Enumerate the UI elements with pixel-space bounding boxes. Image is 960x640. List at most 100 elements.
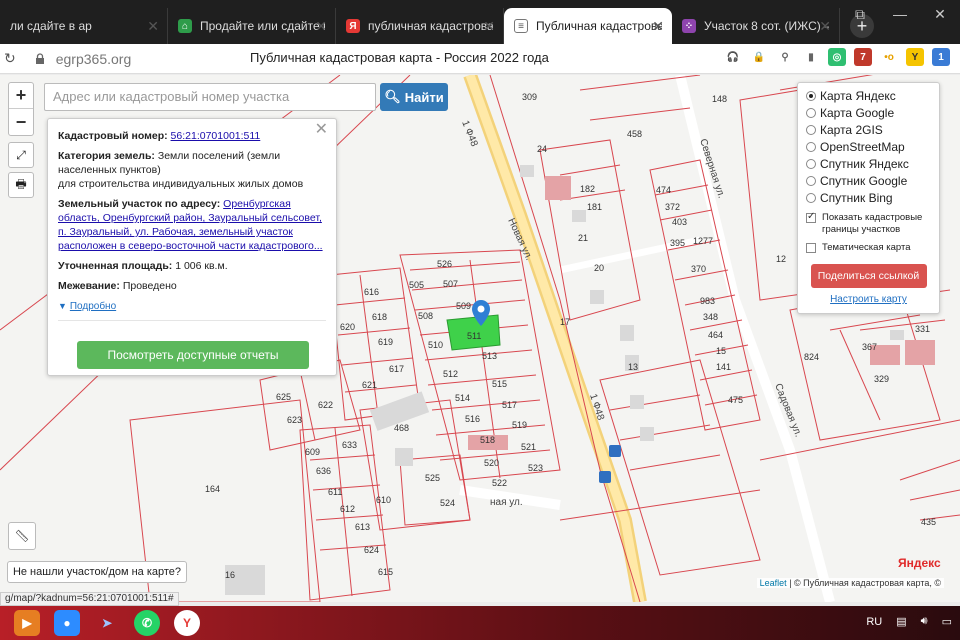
media-player-icon[interactable]: ▶ <box>14 610 40 636</box>
parcel-label: 512 <box>443 369 458 379</box>
parcel-label: 625 <box>276 392 291 402</box>
layer-option[interactable]: Карта 2GIS <box>806 121 931 138</box>
bookmark-icon[interactable]: ▮ <box>802 48 820 66</box>
checkbox-icon[interactable] <box>806 211 816 223</box>
zoom-icon[interactable]: ● <box>54 610 80 636</box>
tab-close-icon[interactable]: ✕ <box>483 18 495 35</box>
translate-icon[interactable]: ⚲ <box>776 48 794 66</box>
parcel-label: 435 <box>921 517 936 527</box>
extension-green-icon[interactable]: ◎ <box>828 48 846 66</box>
arrow-app-icon[interactable]: ➤ <box>94 610 120 636</box>
layer-option[interactable]: Карта Google <box>806 104 931 121</box>
parcel-label: 513 <box>482 351 497 361</box>
print-button[interactable]: 🖶 <box>8 172 34 198</box>
zoom-out-button[interactable]: − <box>9 109 33 135</box>
radio-icon[interactable] <box>806 175 816 186</box>
yandex-logo: Яндекс <box>898 556 941 570</box>
parcel-label: 620 <box>340 322 355 332</box>
parcel-label: 21 <box>578 233 588 243</box>
cadastral-map[interactable]: 309 148 458 24 182 181 474 372 403 395 1… <box>0 75 960 602</box>
bookmark-icon[interactable]: ⧉ <box>840 0 880 30</box>
parcel-label: 524 <box>440 498 455 508</box>
layer-option[interactable]: Карта Яндекс <box>806 87 931 104</box>
parcel-label: 458 <box>627 129 642 139</box>
extension-blue-icon[interactable]: 1 <box>932 48 950 66</box>
headphones-icon[interactable]: 🎧 <box>724 48 742 66</box>
radio-icon[interactable] <box>806 107 816 118</box>
parcel-label: 623 <box>287 415 302 425</box>
layer-option[interactable]: Спутник Google <box>806 172 931 189</box>
yandex-browser-icon[interactable]: Y <box>174 610 200 636</box>
parcel-label: 475 <box>728 395 743 405</box>
share-link-button[interactable]: Поделиться ссылкой <box>810 264 927 288</box>
address-bar: ↻ egrp365.org Публичная кадастровая карт… <box>0 44 960 74</box>
whatsapp-icon[interactable]: ✆ <box>134 610 160 636</box>
find-button[interactable]: 🔍︎ Найти <box>380 83 448 111</box>
not-found-button[interactable]: Не нашли участок/дом на карте? <box>7 561 187 583</box>
parcel-label: 518 <box>480 435 495 445</box>
parcel-label: 519 <box>512 420 527 430</box>
close-icon[interactable]: ✕ <box>315 122 328 138</box>
address-field[interactable]: ↻ egrp365.org <box>0 50 240 67</box>
layer-option[interactable]: Спутник Bing <box>806 189 931 206</box>
thematic-map-checkbox[interactable]: Тематическая карта <box>806 242 931 254</box>
tab-close-icon[interactable]: ✕ <box>652 18 664 35</box>
parcel-label: 367 <box>862 342 877 352</box>
browser-tab-bar: ли сдайте в ар ✕ ⌂ Продайте или сдайте в… <box>0 0 960 44</box>
browser-tab-active[interactable]: ≡ Публичная кадастровая ✕ <box>504 8 672 44</box>
reload-icon[interactable]: ↻ <box>4 50 16 67</box>
speaker-icon[interactable]: 🔊︎ <box>921 615 928 628</box>
extension-badge-icon[interactable]: 7 <box>854 48 872 66</box>
setup-map-link[interactable]: Настроить карту <box>806 294 931 305</box>
layer-option[interactable]: Спутник Яндекс <box>806 155 931 172</box>
close-window-icon[interactable]: ✕ <box>920 0 960 30</box>
fullscreen-button[interactable]: ⤢ <box>8 142 34 168</box>
tab-close-icon[interactable]: ✕ <box>819 18 831 35</box>
show-borders-checkbox[interactable]: Показать кадастровые границы участков <box>806 211 931 236</box>
parcel-label: 983 <box>700 296 715 306</box>
taskbar: ▶ ● ➤ ✆ Y RU ▤ 🔊︎ ▭ <box>0 606 960 640</box>
browser-tab[interactable]: ⌂ Продайте или сдайте в ар ✕ <box>168 8 336 44</box>
language-indicator[interactable]: RU <box>866 616 882 628</box>
road-label: 1 Ф48 <box>459 119 480 149</box>
radio-icon[interactable] <box>806 90 816 101</box>
network-icon[interactable]: ▤ <box>896 615 906 628</box>
parcel-label: 633 <box>342 440 357 450</box>
parcel-label: 309 <box>522 92 537 102</box>
radio-icon[interactable] <box>806 192 816 203</box>
ruler-icon: 📏︎ <box>14 529 30 543</box>
parcel-label: 17 <box>560 317 570 327</box>
radio-icon[interactable] <box>806 158 816 169</box>
parcel-label: 331 <box>915 324 930 334</box>
parcel-label: 516 <box>465 414 480 424</box>
notification-icon[interactable]: ▭ <box>942 615 952 628</box>
leaflet-link[interactable]: Leaflet <box>760 578 787 588</box>
search-input[interactable]: Адрес или кадастровый номер участка <box>44 83 376 111</box>
window-controls: ⧉ — ✕ <box>840 0 960 30</box>
parcel-label: 164 <box>205 484 220 494</box>
cadnum-link[interactable]: 56:21:0701001:511 <box>171 130 261 142</box>
details-link[interactable]: Подробно <box>70 301 116 312</box>
street-label: ная ул. <box>490 497 523 508</box>
parcel-label: 618 <box>372 312 387 322</box>
lock-ext-icon[interactable]: 🔒 <box>750 48 768 66</box>
extension-yellow-icon[interactable]: •o <box>880 48 898 66</box>
radio-icon[interactable] <box>806 124 816 135</box>
zoom-in-button[interactable]: + <box>9 83 33 109</box>
layer-option[interactable]: OpenStreetMap <box>806 138 931 155</box>
radio-icon[interactable] <box>806 141 816 152</box>
minimize-icon[interactable]: — <box>880 0 920 30</box>
extension-y-icon[interactable]: Y <box>906 48 924 66</box>
browser-tab[interactable]: Я публичная кадастровая к ✕ <box>336 8 504 44</box>
parcel-label: 468 <box>394 423 409 433</box>
tab-close-icon[interactable]: ✕ <box>147 18 159 35</box>
browser-tab[interactable]: ⁘ Участок 8 сот. (ИЖС) — Ре ✕ <box>672 8 840 44</box>
parcel-label: 509 <box>456 301 471 311</box>
checkbox-icon[interactable] <box>806 243 816 253</box>
view-reports-button[interactable]: Посмотреть доступные отчеты <box>77 341 309 369</box>
ruler-button[interactable]: 📏︎ <box>8 522 36 550</box>
tab-close-icon[interactable]: ✕ <box>315 18 327 35</box>
browser-tab[interactable]: ли сдайте в ар ✕ <box>0 8 168 44</box>
parcel-label: 505 <box>409 280 424 290</box>
system-tray: RU ▤ 🔊︎ ▭ <box>866 615 952 628</box>
